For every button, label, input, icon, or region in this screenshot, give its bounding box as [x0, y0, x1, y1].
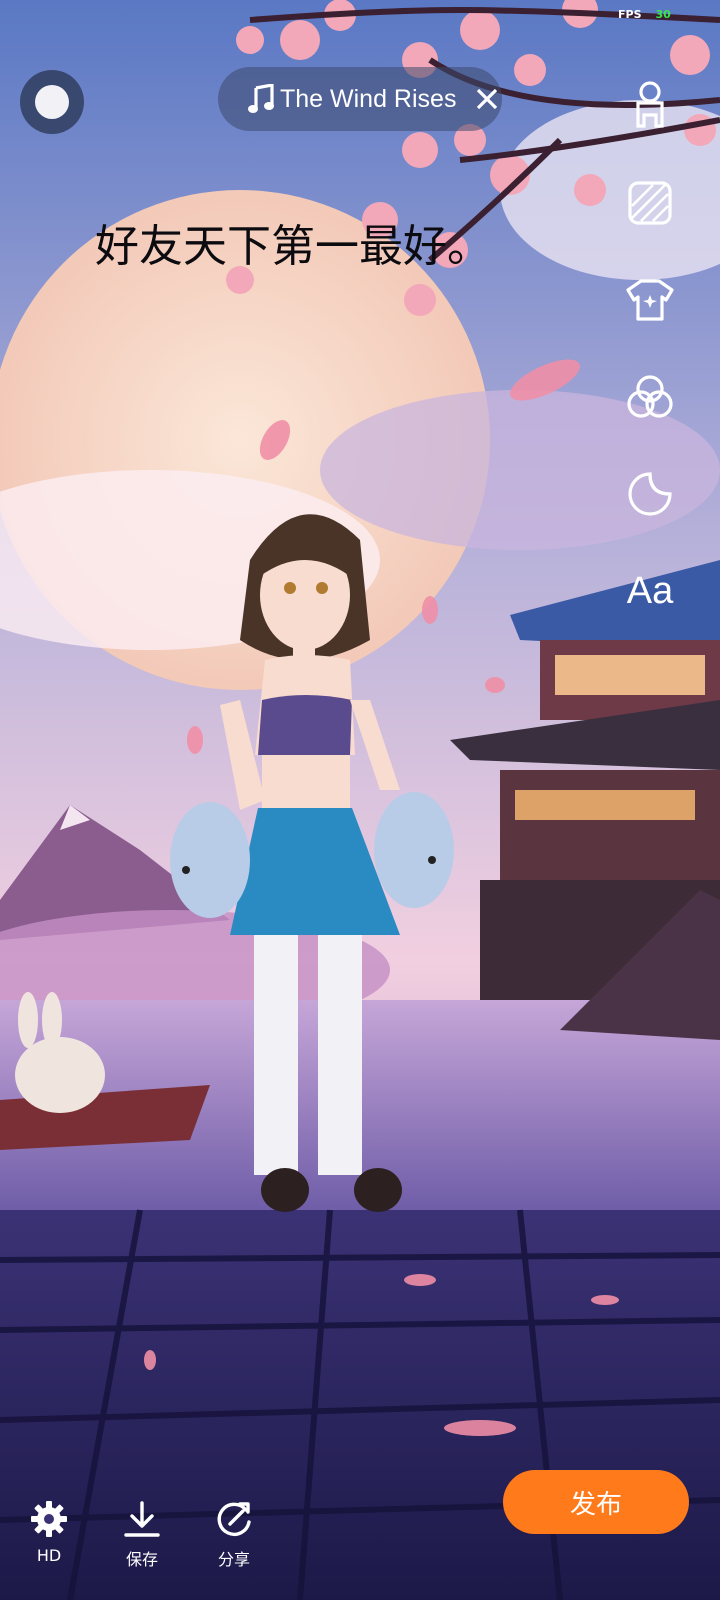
fps-value: 30	[655, 8, 671, 21]
share-button[interactable]: 分享	[199, 1500, 269, 1570]
avatar-tool-button[interactable]	[622, 78, 678, 134]
filter-icon	[627, 375, 673, 418]
share-label: 分享	[217, 1550, 250, 1569]
outfit-icon	[626, 279, 674, 321]
share-icon	[217, 1502, 251, 1536]
sticker-tool-button[interactable]	[622, 466, 678, 522]
outfit-tool-button[interactable]	[622, 272, 678, 328]
music-pill[interactable]: The Wind Rises	[218, 67, 502, 131]
filter-tool-button[interactable]	[622, 369, 678, 425]
sticker-icon	[628, 472, 672, 516]
hd-settings-button[interactable]: HD	[14, 1500, 84, 1565]
download-icon	[124, 1501, 160, 1537]
publish-button[interactable]: 发布	[503, 1470, 689, 1534]
text-tool-button[interactable]: Aa	[622, 563, 678, 619]
background-tool-button[interactable]	[622, 175, 678, 231]
text-tool-label: Aa	[626, 569, 674, 612]
close-icon[interactable]	[472, 87, 502, 111]
record-toggle-button[interactable]	[20, 70, 84, 134]
hd-label: HD	[36, 1546, 62, 1565]
music-title: The Wind Rises	[280, 84, 457, 113]
record-dot-icon	[35, 85, 69, 119]
avatar-icon	[636, 81, 664, 128]
right-toolbar: Aa	[622, 78, 678, 660]
music-note-icon	[242, 84, 280, 114]
save-button[interactable]: 保存	[107, 1500, 177, 1570]
fps-label: FPS	[618, 8, 642, 21]
background-icon	[628, 181, 672, 225]
gear-icon	[31, 1501, 67, 1537]
fps-counter: FPS 30	[618, 8, 671, 21]
save-label: 保存	[125, 1550, 158, 1569]
caption-text[interactable]: 好友天下第一最好。	[95, 210, 491, 274]
